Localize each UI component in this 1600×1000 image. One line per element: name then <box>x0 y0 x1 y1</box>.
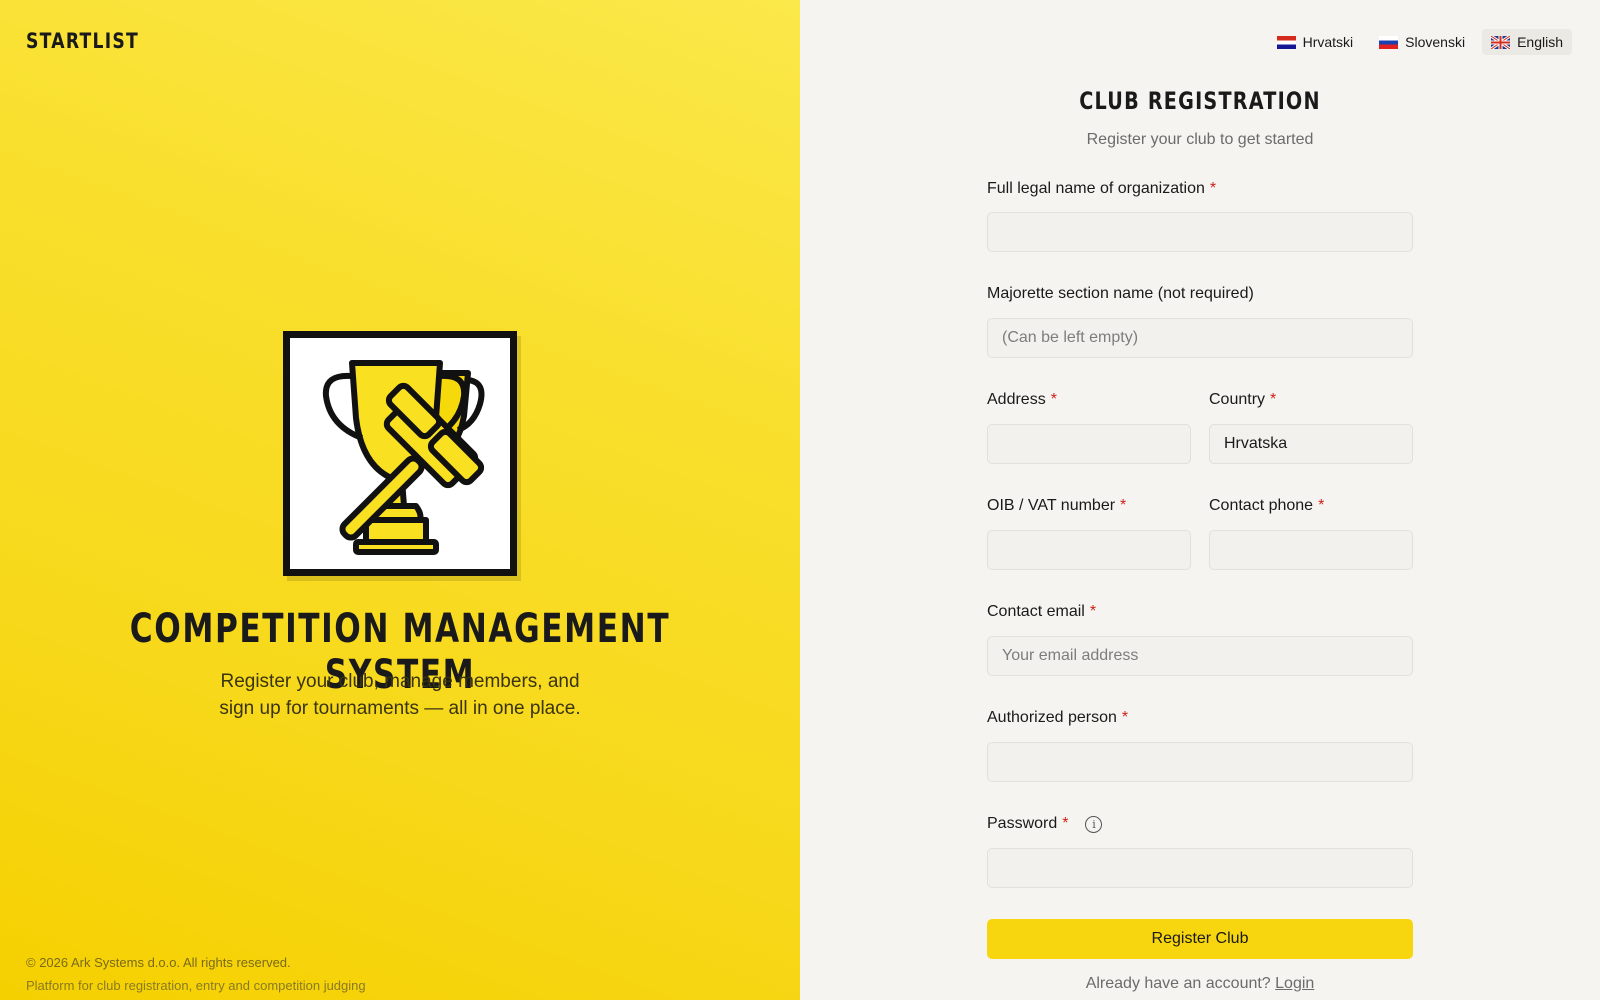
language-label: Slovenski <box>1405 34 1466 50</box>
login-link[interactable]: Login <box>1275 975 1314 992</box>
address-label: Address * <box>987 391 1057 409</box>
authorized-person-label: Authorized person * <box>987 709 1128 727</box>
uk-flag-icon <box>1491 35 1511 49</box>
required-mark: * <box>1318 497 1325 514</box>
password-input[interactable] <box>987 848 1413 888</box>
form-subtitle: Register your club to get started <box>1086 131 1314 148</box>
language-label: English <box>1517 34 1563 50</box>
email-label: Contact email * <box>987 603 1096 621</box>
password-label-text: Password <box>987 815 1058 832</box>
email-input[interactable] <box>987 636 1413 676</box>
org-name-label: Full legal name of organization * <box>987 180 1216 198</box>
phone-label: Contact phone * <box>1209 497 1324 515</box>
country-input[interactable] <box>1209 424 1413 464</box>
login-prompt-text: Already have an account? <box>1085 975 1271 992</box>
footer-tagline: Platform for club registration, entry an… <box>26 978 366 993</box>
country-label-text: Country <box>1209 391 1266 408</box>
info-icon[interactable]: i <box>1085 815 1103 833</box>
country-label: Country * <box>1209 391 1276 409</box>
org-name-label-text: Full legal name of organization <box>987 180 1205 197</box>
slovenia-flag-icon <box>1379 35 1399 49</box>
section-name-label: Majorette section name (not required) <box>987 285 1254 303</box>
form-title: CLUB REGISTRATION <box>1079 87 1321 115</box>
required-mark: * <box>1121 709 1129 726</box>
required-mark: * <box>1089 603 1097 620</box>
authorized-person-label-text: Authorized person <box>987 709 1117 726</box>
registration-panel: Hrvatski Slovenski English CLUB REGISTRA… <box>800 0 1600 1000</box>
address-label-text: Address <box>987 391 1046 408</box>
required-mark: * <box>1209 180 1217 197</box>
register-club-button[interactable]: Register Club <box>987 919 1413 959</box>
language-option-english[interactable]: English <box>1482 29 1572 55</box>
vat-input[interactable] <box>987 530 1191 570</box>
hero-subtitle-line-1: Register your club, manage members, and <box>220 671 580 692</box>
required-mark: * <box>1062 815 1069 832</box>
authorized-person-input[interactable] <box>987 742 1413 782</box>
footer-copyright: © 2026 Ark Systems d.o.o. All rights res… <box>26 955 291 970</box>
section-name-label-text: Majorette section name (not required) <box>987 285 1254 302</box>
required-mark: * <box>1050 391 1057 408</box>
croatia-flag-icon <box>1276 35 1296 49</box>
hero-subtitle-line-2: sign up for tournaments — all in one pla… <box>219 698 581 719</box>
email-label-text: Contact email <box>987 603 1085 620</box>
language-switcher: Hrvatski Slovenski English <box>1268 29 1572 55</box>
language-option-slovenski[interactable]: Slovenski <box>1370 29 1474 55</box>
hero-panel: STARTLIST COMPETITION MANAGEMENT SYSTEM … <box>0 0 800 1000</box>
section-name-input[interactable] <box>987 318 1413 358</box>
trophy-gavel-icon <box>283 331 517 576</box>
brand-logo[interactable]: STARTLIST <box>26 29 139 53</box>
login-prompt: Already have an account? Login <box>800 975 1600 993</box>
vat-label-text: OIB / VAT number <box>987 497 1116 514</box>
required-mark: * <box>1120 497 1127 514</box>
vat-label: OIB / VAT number * <box>987 497 1126 515</box>
org-name-input[interactable] <box>987 212 1413 252</box>
phone-input[interactable] <box>1209 530 1413 570</box>
phone-label-text: Contact phone <box>1209 497 1314 514</box>
language-label: Hrvatski <box>1302 34 1354 50</box>
hero-subtitle: Register your club, manage members, and … <box>200 668 600 722</box>
required-mark: * <box>1270 391 1277 408</box>
password-label: Password * i <box>987 815 1103 833</box>
address-input[interactable] <box>987 424 1191 464</box>
language-option-hrvatski[interactable]: Hrvatski <box>1268 29 1363 55</box>
